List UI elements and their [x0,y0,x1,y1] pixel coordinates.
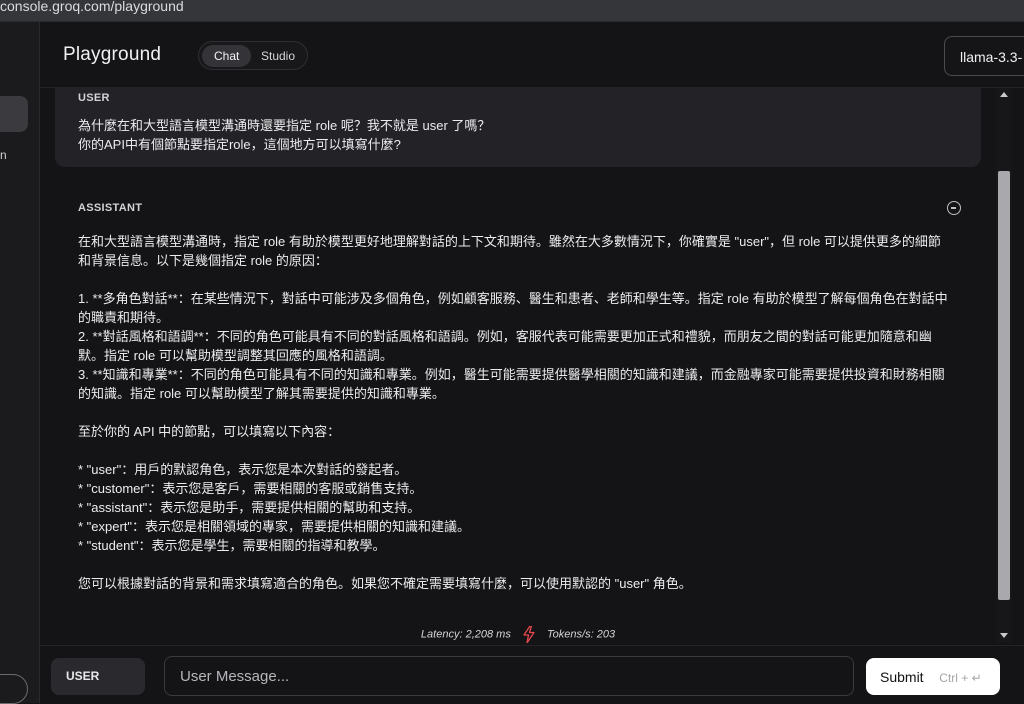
nav-label-fragment[interactable]: n [0,148,7,162]
scroll-down-arrow-icon[interactable] [1000,633,1008,638]
model-select[interactable]: llama-3.3- [944,36,1024,76]
assistant-paragraph: * "assistant"：表示您是助手，需要提供相關的幫助和支持。 [78,500,421,515]
chat-scrollbar[interactable] [996,88,1012,642]
assistant-paragraph: * "expert"：表示您是相關領域的專家，需要提供相關的知識和建議。 [78,519,471,534]
response-stats: Latency: 2,208 ms Tokens/s: 203 [40,626,996,643]
submit-shortcut-hint: Ctrl + ↵ [939,670,982,685]
tokens-value: 203 [596,628,616,641]
collapse-circle-icon[interactable] [947,201,961,215]
user-message-input[interactable] [164,656,854,696]
scroll-up-arrow-icon[interactable] [1000,92,1008,97]
model-select-label: llama-3.3- [960,49,1023,65]
url-text[interactable]: console.groq.com/playground [0,0,184,13]
scrollbar-thumb[interactable] [998,171,1010,600]
nav-user-button[interactable] [0,674,28,704]
left-nav: n [0,22,40,704]
assistant-paragraph: * "user"：用戶的默認角色，表示您是本次對話的發起者。 [78,462,408,477]
tab-studio[interactable]: Studio [249,45,307,67]
latency-label: Latency: [420,628,463,641]
assistant-paragraph: 至於你的 API 中的節點，可以填寫以下內容： [78,424,341,439]
nav-item-active[interactable] [0,96,28,132]
user-message-card[interactable]: USER 為什麼在和大型語言模型溝通時還要指定 role 呢？我不就是 user… [55,88,981,167]
assistant-paragraph: * "customer"：表示您是客戶，需要相關的客服或銷售支持。 [78,481,423,496]
assistant-role-label: ASSISTANT [78,202,143,214]
assistant-paragraph: 1. **多角色對話**：在某些情況下，對話中可能涉及多個角色，例如顧客服務、醫… [78,291,948,325]
browser-url-bar[interactable]: console.groq.com/playground [0,0,1024,22]
assistant-message-text[interactable]: 在和大型語言模型溝通時，指定 role 有助於模型更好地理解對話的上下文和期待。… [78,232,948,593]
user-message-text[interactable]: 為什麼在和大型語言模型溝通時還要指定 role 呢？我不就是 user 了嗎？ … [78,116,490,154]
lightning-bolt-icon [523,626,535,643]
composer: USER Submit Ctrl + ↵ [40,645,1024,703]
assistant-paragraph: 您可以根據對話的背景和需求填寫適合的角色。如果您不確定需要填寫什麼，可以使用默認… [78,576,692,591]
submit-label: Submit [880,668,924,685]
tokens-label: Tokens/s: [546,628,594,641]
assistant-paragraph: * "student"：表示您是學生，需要相關的指導和教學。 [78,538,386,553]
user-role-label: USER [78,92,110,104]
composer-role-button[interactable]: USER [51,658,145,695]
assistant-message-card[interactable]: ASSISTANT 在和大型語言模型溝通時，指定 role 有助於模型更好地理解… [55,186,981,642]
assistant-paragraph: 在和大型語言模型溝通時，指定 role 有助於模型更好地理解對話的上下文和期待。… [78,234,941,268]
chat-log: USER 為什麼在和大型語言模型溝通時還要指定 role 呢？我不就是 user… [40,88,996,642]
latency-value: 2,208 ms [465,628,511,641]
submit-button[interactable]: Submit Ctrl + ↵ [866,658,1000,695]
header: Playground Chat Studio llama-3.3- [40,22,1024,88]
page-title: Playground [63,44,162,65]
tab-chat[interactable]: Chat [202,45,252,67]
assistant-paragraph: 3. **知識和專業**：不同的角色可能具有不同的知識和專業。例如，醫生可能需要… [78,367,945,401]
mode-tabs: Chat Studio [198,41,308,70]
assistant-paragraph: 2. **對話風格和語調**：不同的角色可能具有不同的對話風格和語調。例如，客服… [78,329,932,363]
